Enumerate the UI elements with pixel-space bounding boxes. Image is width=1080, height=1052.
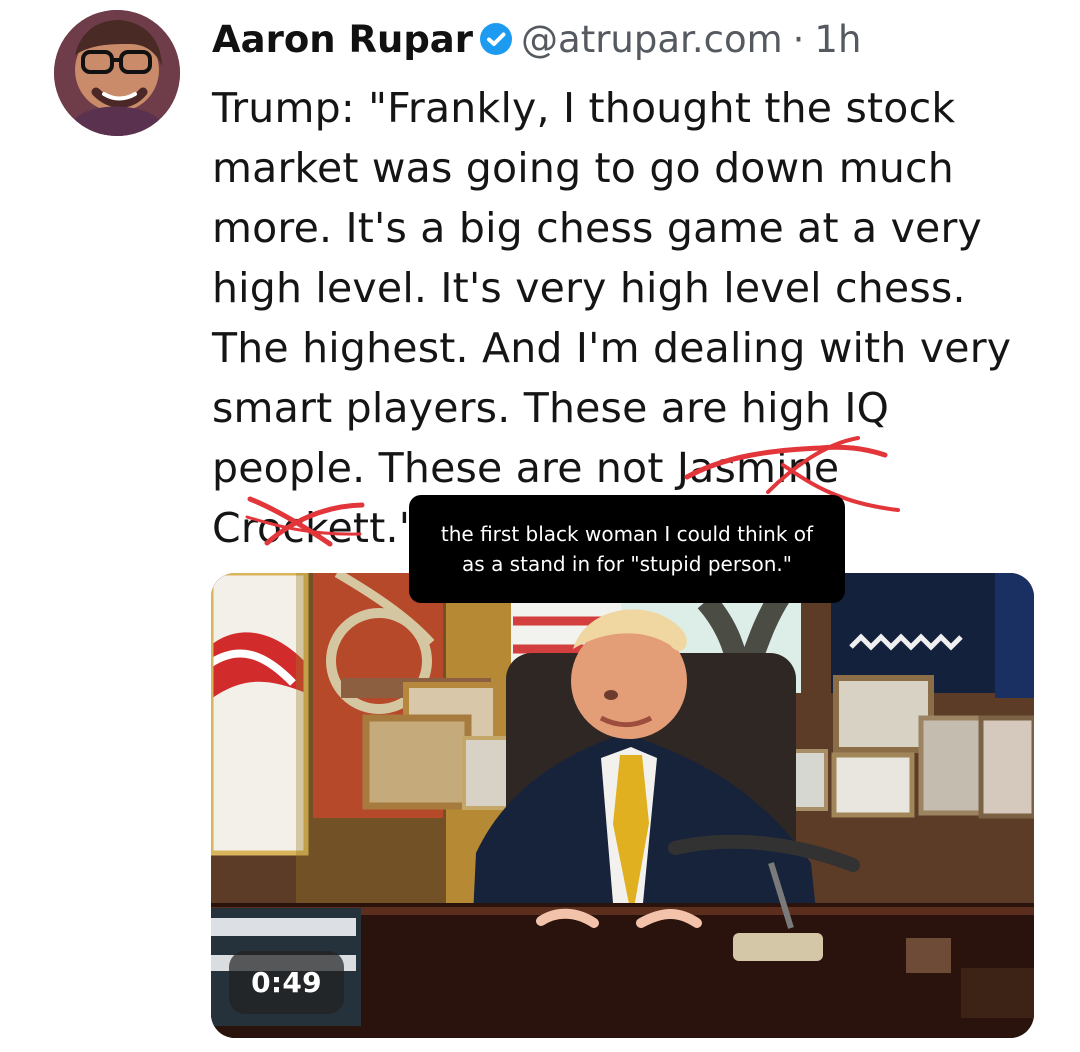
annotation-line-2: as a stand in for "stupid person." [462, 552, 792, 576]
post-time[interactable]: 1h [814, 18, 861, 61]
post-header: Aaron Rupar @atrupar.com · 1h [212, 12, 861, 66]
video-duration-badge: 0:49 [229, 951, 344, 1014]
author-handle[interactable]: @atrupar.com [521, 18, 783, 61]
verified-check-icon [479, 22, 513, 56]
author-avatar[interactable] [54, 10, 180, 136]
annotation-overlay: the first black woman I could think of a… [409, 495, 845, 603]
header-separator: · [792, 17, 805, 61]
post-text: Trump: "Frankly, I thought the stock mar… [212, 84, 1012, 552]
author-name[interactable]: Aaron Rupar [212, 18, 473, 61]
video-card[interactable]: 0:49 [211, 573, 1034, 1038]
annotation-line-1: the first black woman I could think of [440, 522, 814, 546]
